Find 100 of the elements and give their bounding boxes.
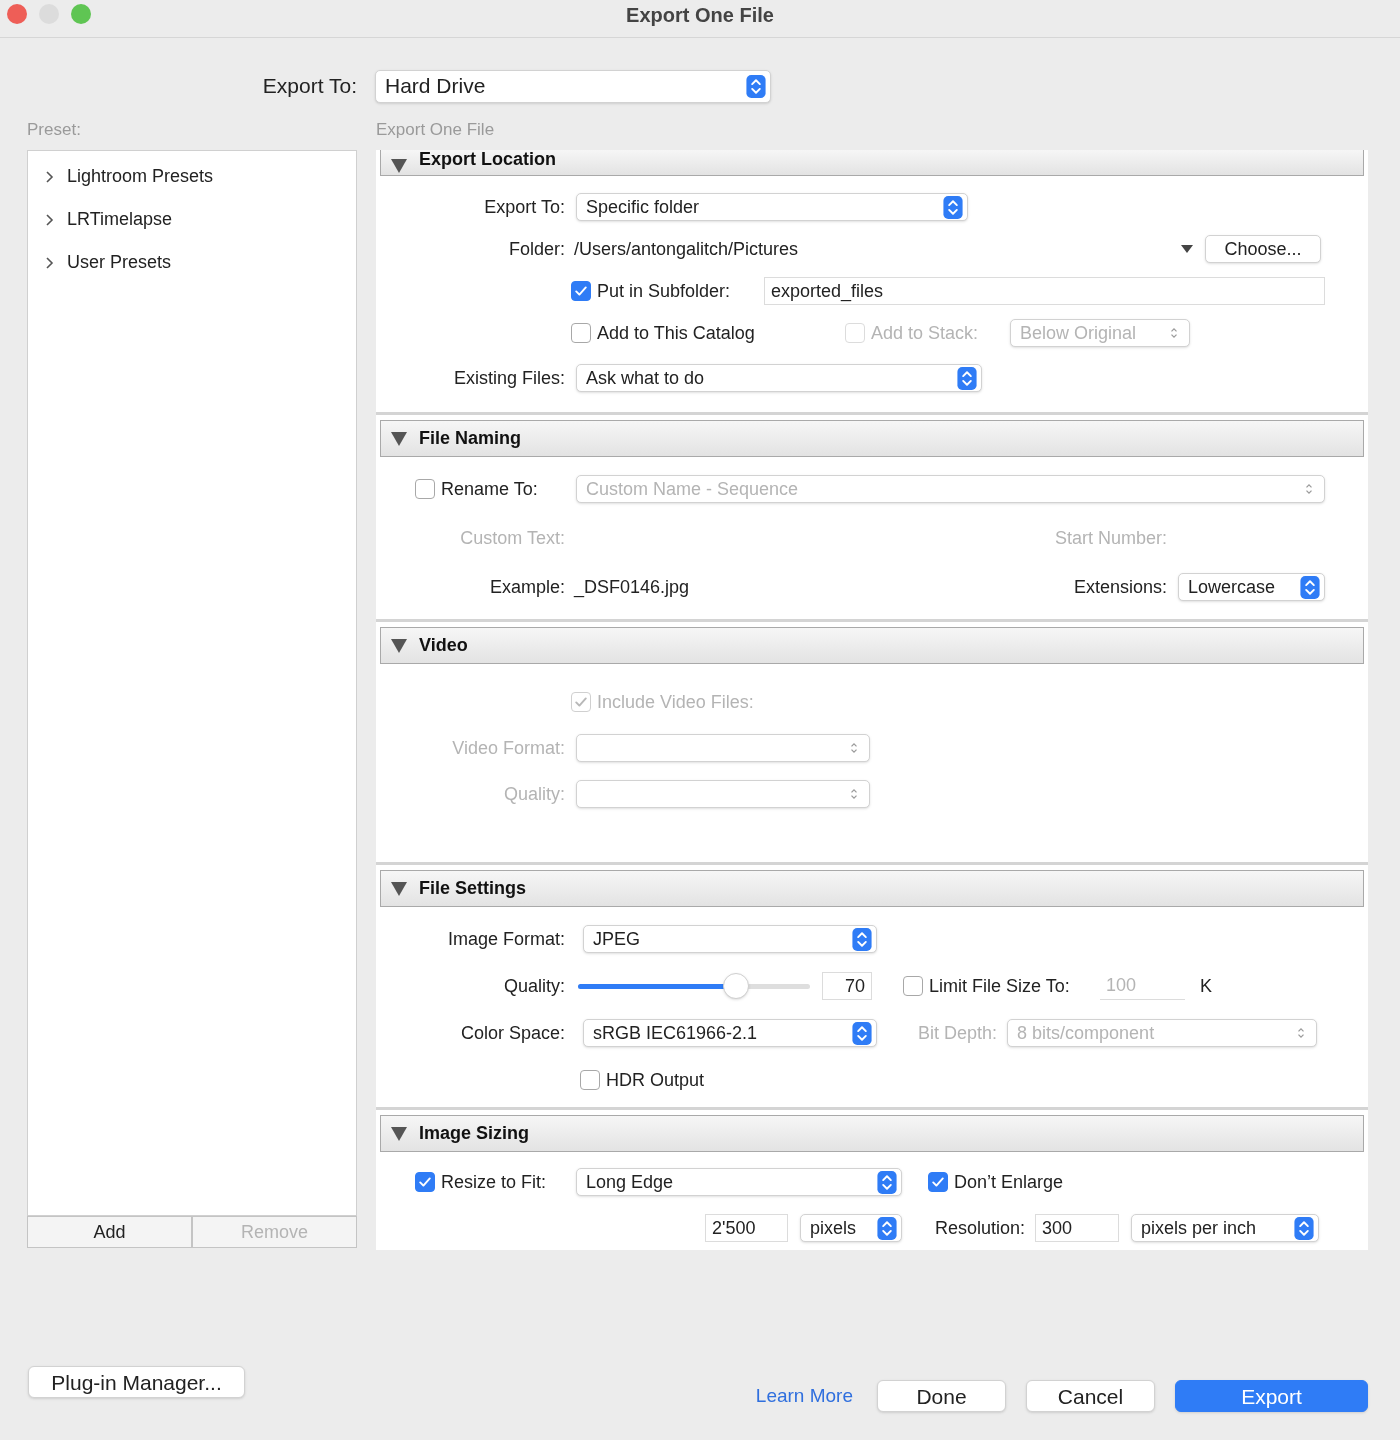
quality-field[interactable]: 70 [822,972,872,1000]
checkmark-icon [573,283,589,299]
chevron-right-icon [44,255,54,270]
up-down-arrows-icon [943,195,963,219]
checkbox[interactable] [580,1070,600,1090]
preset-button[interactable]: Add [27,1216,192,1248]
zoom-button[interactable] [71,4,91,24]
preset-folder[interactable]: User Presets [28,241,356,284]
section-title: File Naming [419,427,521,450]
field-label: Quality: [502,974,565,998]
resolution-field[interactable]: 300 [1035,1214,1120,1242]
preset-folder[interactable]: LRTimelapse [28,198,356,241]
up-down-arrows-icon [849,787,859,801]
field-label: Limit File Size To: [929,974,1071,998]
up-down-arrows-icon [852,1021,872,1045]
subfolder-field[interactable]: exported_files [764,277,1325,305]
section-title: File Settings [419,877,526,900]
preset-label: Preset: [27,119,82,142]
section-title: Image Sizing [419,1122,530,1145]
field-label: Image Format: [446,927,565,951]
triangle-down-icon [391,881,407,896]
plugin-manager-button[interactable]: Plug-in Manager... [28,1366,245,1398]
up-down-arrows-icon [877,1216,897,1240]
dropdown[interactable]: JPEG [583,925,877,953]
triangle-down-icon[interactable] [1181,245,1193,253]
preset-folder[interactable]: Lightroom Presets [28,155,356,198]
dialog-button[interactable]: Export [1175,1380,1368,1412]
field-label: Export To: [261,73,357,100]
up-down-arrows-icon [877,1170,897,1194]
learn-more-link[interactable]: Learn More [755,1381,853,1411]
panel-label: Export One File [376,119,495,142]
up-down-arrows-icon [746,74,766,98]
checkbox[interactable] [571,281,591,301]
checkmark-icon [417,1174,433,1190]
section-header[interactable]: File Settings [380,870,1364,907]
dropdown[interactable]: Ask what to do [576,364,982,392]
choose-button[interactable]: Choose... [1205,235,1321,263]
field-label: HDR Output [606,1068,705,1092]
section-header[interactable]: Image Sizing [380,1115,1364,1152]
field-label: Add to Stack: [871,321,980,345]
checkmark-icon [930,1174,946,1190]
field-label: Quality: [502,782,565,806]
dropdown[interactable]: Lowercase [1178,573,1325,601]
folder-path: /Users/antongalitch/Pictures [574,237,799,261]
chevron-right-icon [44,169,54,184]
field-label: Bit Depth: [918,1021,998,1045]
dropdown[interactable]: sRGB IEC61966-2.1 [583,1019,877,1047]
section-header[interactable]: Video [380,627,1364,664]
section-header[interactable]: Export Location [380,150,1364,176]
dropdown[interactable]: Long Edge [576,1168,902,1196]
up-down-arrows-icon [1294,1216,1315,1240]
up-down-arrows-icon [1169,326,1179,340]
field-label: Resize to Fit: [441,1170,548,1194]
chevron-right-icon [44,212,54,227]
up-down-arrows-icon [849,741,859,755]
window-title: Export One File [626,2,774,28]
up-down-arrows-icon [1296,1026,1307,1040]
dialog-button[interactable]: Done [877,1380,1006,1412]
field-label: Include Video Files: [597,690,754,714]
triangle-down-icon [391,431,407,446]
close-button[interactable] [7,4,27,24]
dropdown[interactable] [576,780,870,808]
field-label: Rename To: [441,477,539,501]
checkbox[interactable] [928,1172,948,1192]
field-label: Example: [488,575,565,599]
dropdown[interactable]: pixels [800,1214,902,1242]
dropdown[interactable]: Specific folder [576,193,968,221]
field-label: Export To: [483,195,565,219]
triangle-down-icon [391,1126,407,1141]
slider-thumb[interactable] [722,973,749,999]
example-filename: _DSF0146.jpg [574,575,690,600]
quality-slider[interactable] [578,973,810,999]
up-down-arrows-icon [957,366,977,390]
field-label: Existing Files: [452,366,565,390]
field-label: Color Space: [459,1021,565,1045]
checkbox[interactable] [415,1172,435,1192]
up-down-arrows-icon [1304,482,1314,496]
field-label: Folder: [507,237,565,261]
dropdown[interactable]: pixels per inch [1131,1214,1320,1242]
triangle-down-icon [391,638,407,653]
field-label: Don’t Enlarge [954,1170,1064,1194]
field-label: Start Number: [1054,526,1167,550]
checkbox[interactable] [571,323,591,343]
section-title: Export Location [419,150,556,171]
section-title: Video [419,634,468,657]
section-header[interactable]: File Naming [380,420,1364,457]
up-down-arrows-icon [852,927,872,951]
size-field[interactable]: 2'500 [705,1214,788,1242]
field-label: Extensions: [1073,575,1167,599]
field-label: Add to This Catalog [597,321,756,345]
dialog-button[interactable]: Cancel [1026,1380,1155,1412]
dropdown[interactable] [576,734,870,762]
dropdown[interactable]: Hard Drive [375,69,771,103]
field-label: Custom Text: [459,526,565,550]
up-down-arrows-icon [1300,575,1320,599]
checkmark-icon [573,694,589,710]
triangle-down-icon [391,159,407,173]
unit-label: K [1200,974,1212,998]
field-label: Put in Subfolder: [597,279,732,303]
field-label: Resolution: [935,1216,1026,1240]
